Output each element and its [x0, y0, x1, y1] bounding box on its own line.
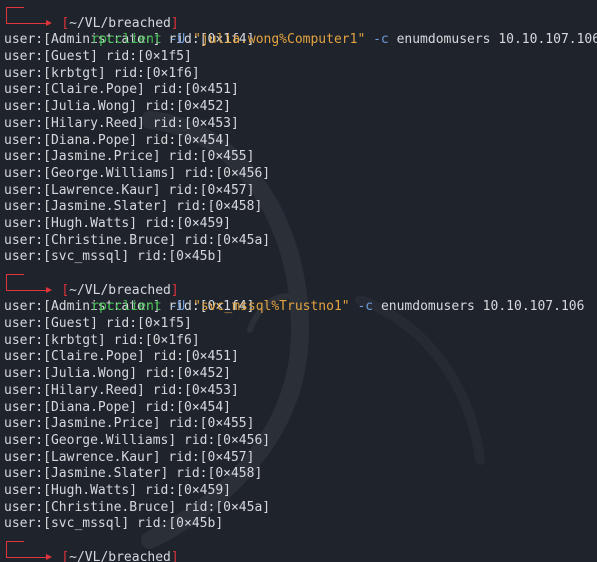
output-line: user:[krbtgt] rid:[0×1f6] — [4, 332, 200, 348]
output-line: user:[krbtgt] rid:[0×1f6] — [4, 65, 200, 81]
output-line: user:[Hugh.Watts] rid:[0×459] — [4, 482, 231, 498]
command-flag-user: -U — [169, 299, 186, 315]
output-line: user:[Lawrence.Kaur] rid:[0×457] — [4, 449, 255, 465]
command-credential: "julia.wong%Computer1" — [193, 32, 366, 48]
command-line: rpcclient -U "svc_mssql%Trustno1" -c enu… — [4, 281, 597, 314]
prompt-connector-icon — [6, 548, 48, 558]
output-line: user:[Jasmine.Slater] rid:[0×458] — [4, 199, 263, 215]
output-line: user:[Jasmine.Price] rid:[0×455] — [4, 416, 255, 432]
output-line: user:[Diana.Pope] rid:[0×454] — [4, 399, 231, 415]
output-line: user:[Diana.Pope] rid:[0×454] — [4, 132, 231, 148]
prompt-arrow-icon — [46, 19, 52, 26]
output-line: user:[Julia.Wong] rid:[0×452] — [4, 366, 231, 382]
output-line: user:[George.Williams] rid:[0×456] — [4, 165, 271, 181]
command-flag-cmd: -c — [373, 32, 389, 48]
output-line: user:[Christine.Bruce] rid:[0×45a] — [4, 499, 271, 515]
output-line: user:[Christine.Bruce] rid:[0×45a] — [4, 232, 271, 248]
output-line: user:[Lawrence.Kaur] rid:[0×457] — [4, 182, 255, 198]
output-line: user:[George.Williams] rid:[0×456] — [4, 432, 271, 448]
command-tool: rpcclient — [91, 32, 162, 48]
output-line: user:[Julia.Wong] rid:[0×452] — [4, 99, 231, 115]
output-line: user:[Claire.Pope] rid:[0×451] — [4, 349, 239, 365]
command-flag-user: -U — [169, 32, 186, 48]
command-args: enumdomusers 10.10.107.106 — [396, 32, 597, 48]
output-line: user:[Jasmine.Price] rid:[0×455] — [4, 149, 255, 165]
output-line: user:[Guest] rid:[0×1f5] — [4, 49, 192, 65]
command-args: enumdomusers 10.10.107.106 — [380, 299, 585, 315]
prompt-arrow-icon — [46, 553, 52, 560]
output-line: user:[Jasmine.Slater] rid:[0×458] — [4, 466, 263, 482]
output-line: user:[svc_mssql] rid:[0×45b] — [4, 516, 224, 532]
output-line: user:[Hilary.Reed] rid:[0×453] — [4, 115, 239, 131]
command-credential: "svc_mssql%Trustno1" — [193, 299, 350, 315]
command-flag-cmd: -c — [357, 299, 374, 315]
output-line: user:[svc_mssql] rid:[0×45b] — [4, 249, 224, 265]
command-tool: rpcclient — [91, 299, 162, 315]
output-line: user:[Guest] rid:[0×1f5] — [4, 316, 192, 332]
prompt-line: [~/VL/breached] — [4, 0, 597, 31]
output-line: user:[Hugh.Watts] rid:[0×459] — [4, 215, 231, 231]
prompt-line: [~/VL/breached] — [4, 266, 597, 298]
command-input-line[interactable] — [4, 548, 597, 562]
output-line: user:[Claire.Pope] rid:[0×451] — [4, 82, 239, 98]
prompt-connector-icon — [6, 14, 48, 24]
prompt-line: [~/VL/breached] — [4, 533, 597, 562]
output-line: user:[Hilary.Reed] rid:[0×453] — [4, 382, 239, 398]
terminal-output[interactable]: [~/VL/breached] rpcclient -U "julia.wong… — [4, 0, 597, 562]
prompt-arrow-icon — [46, 286, 52, 293]
command-line: rpcclient -U "julia.wong%Computer1" -c e… — [4, 14, 597, 47]
prompt-connector-icon — [6, 281, 48, 291]
